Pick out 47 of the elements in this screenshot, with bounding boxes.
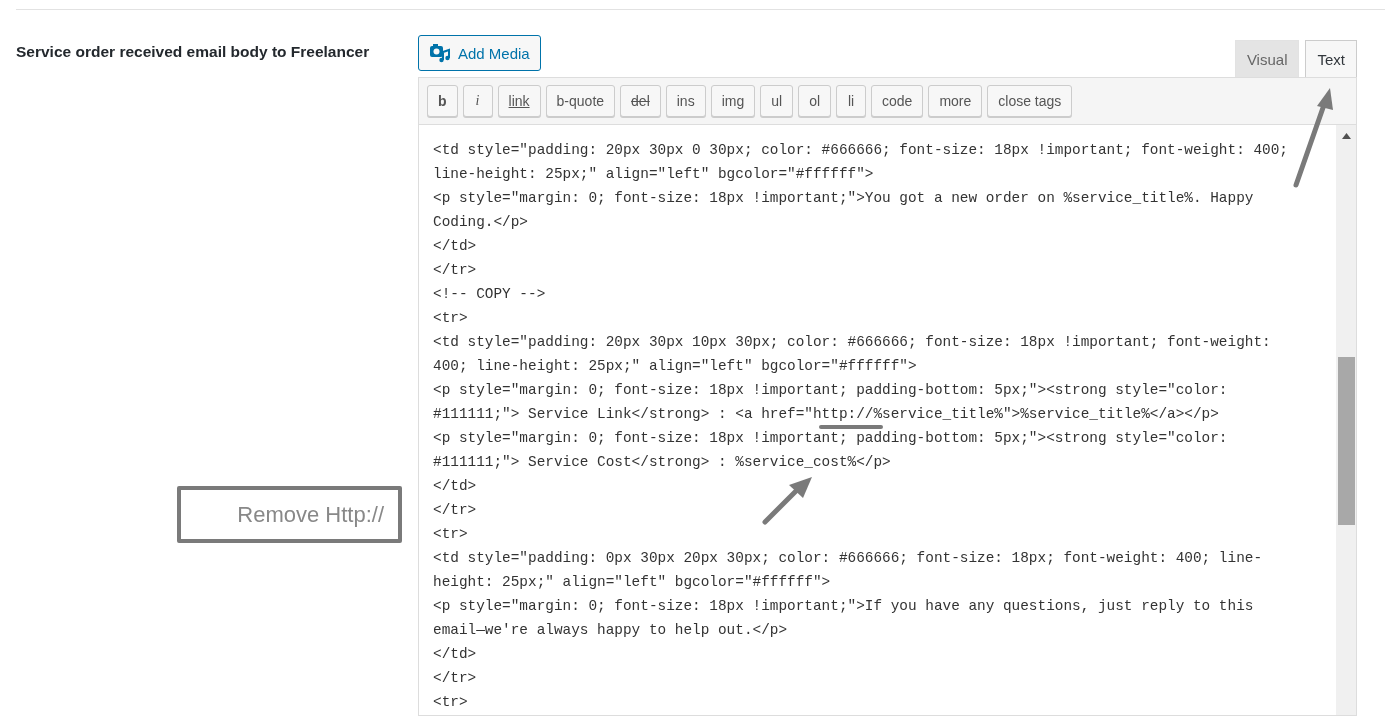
annotation-box: Remove Http:// xyxy=(177,486,402,543)
toolbar-button[interactable]: b xyxy=(427,85,458,117)
toolbar-button[interactable]: li xyxy=(836,85,867,117)
scrollbar[interactable] xyxy=(1336,125,1356,715)
code-line: line-height: 25px;" align="left" bgcolor="#ffffff"> xyxy=(433,166,874,183)
toolbar-button[interactable]: close tags xyxy=(987,85,1073,117)
code-line: <td style="padding: 20px 30px 10px 30px; color: #666666; font-size: 18px !important; font-weight: xyxy=(433,334,1271,351)
toolbar-button[interactable]: ol xyxy=(798,85,832,117)
toolbar-button[interactable]: i xyxy=(462,85,493,117)
code-line: email—we're always happy to help out.</p> xyxy=(433,622,788,639)
code-line: </td> xyxy=(433,646,477,663)
toolbar-button[interactable]: code xyxy=(871,85,924,117)
code-line: #111111;"> Service Cost</strong> : %service_cost%</p> xyxy=(433,454,891,471)
toolbar-button[interactable]: ins xyxy=(665,85,706,117)
code-line: <tr> xyxy=(433,694,468,711)
code-line: 400; line-height: 25px;" align="left" bgcolor="#ffffff"> xyxy=(433,358,917,375)
code-line: <p style="margin: 0; font-size: 18px !important;">You got a new order on %service_title%. Happy xyxy=(433,190,1254,207)
code-line: Coding.</p> xyxy=(433,214,528,231)
code-line: #111111;"> Service Link</strong> : <a href="http://%service_title%">%service_title%</a></p> xyxy=(433,406,1219,423)
scroll-up-icon[interactable] xyxy=(1341,133,1351,139)
code-line: </tr> xyxy=(433,670,477,687)
editor-tab[interactable]: Visual xyxy=(1234,40,1300,77)
toolbar-button[interactable]: link xyxy=(497,85,541,117)
toolbar-button[interactable]: ul xyxy=(760,85,794,117)
code-line: <!-- COPY --> xyxy=(433,286,546,303)
field-label: Service order received email body to Freelancer xyxy=(16,43,370,60)
code-line: <tr> xyxy=(433,310,468,327)
code-line: </tr> xyxy=(433,262,477,279)
scrollbar-thumb[interactable] xyxy=(1337,357,1355,525)
code-line: </td> xyxy=(433,478,477,495)
editor-tab[interactable]: Text xyxy=(1305,40,1357,77)
code-line: height: 25px;" align="left" bgcolor="#ffffff"> xyxy=(433,574,831,591)
add-media-button[interactable]: Add Media xyxy=(418,35,541,71)
code-line: <p style="margin: 0; font-size: 18px !important;">If you have any questions, just reply to this xyxy=(433,598,1254,615)
toolbar-button[interactable]: del xyxy=(620,85,661,117)
underline-mark xyxy=(819,425,883,430)
code-line: <td style="padding: 20px 30px 0 30px; color: #666666; font-size: 18px !important; font-weight: 400; xyxy=(433,142,1288,159)
toolbar-button[interactable]: b-quote xyxy=(545,85,616,117)
media-icon xyxy=(429,43,451,63)
code-line: <p style="margin: 0; font-size: 18px !important; padding-bottom: 5px;"><strong style="color: xyxy=(433,382,1228,399)
code-line: </td> xyxy=(433,238,477,255)
code-line: <td style="padding: 0px 30px 20px 30px; color: #666666; font-size: 18px; font-weight: 400; line- xyxy=(433,550,1263,567)
code-line: <tr> xyxy=(433,526,468,543)
code-line: </tr> xyxy=(433,502,477,519)
code-line: <p style="margin: 0; font-size: 18px !important; padding-bottom: 5px;"><strong style="color: xyxy=(433,430,1228,447)
toolbar-button[interactable]: more xyxy=(928,85,983,117)
toolbar-button[interactable]: img xyxy=(710,85,756,117)
